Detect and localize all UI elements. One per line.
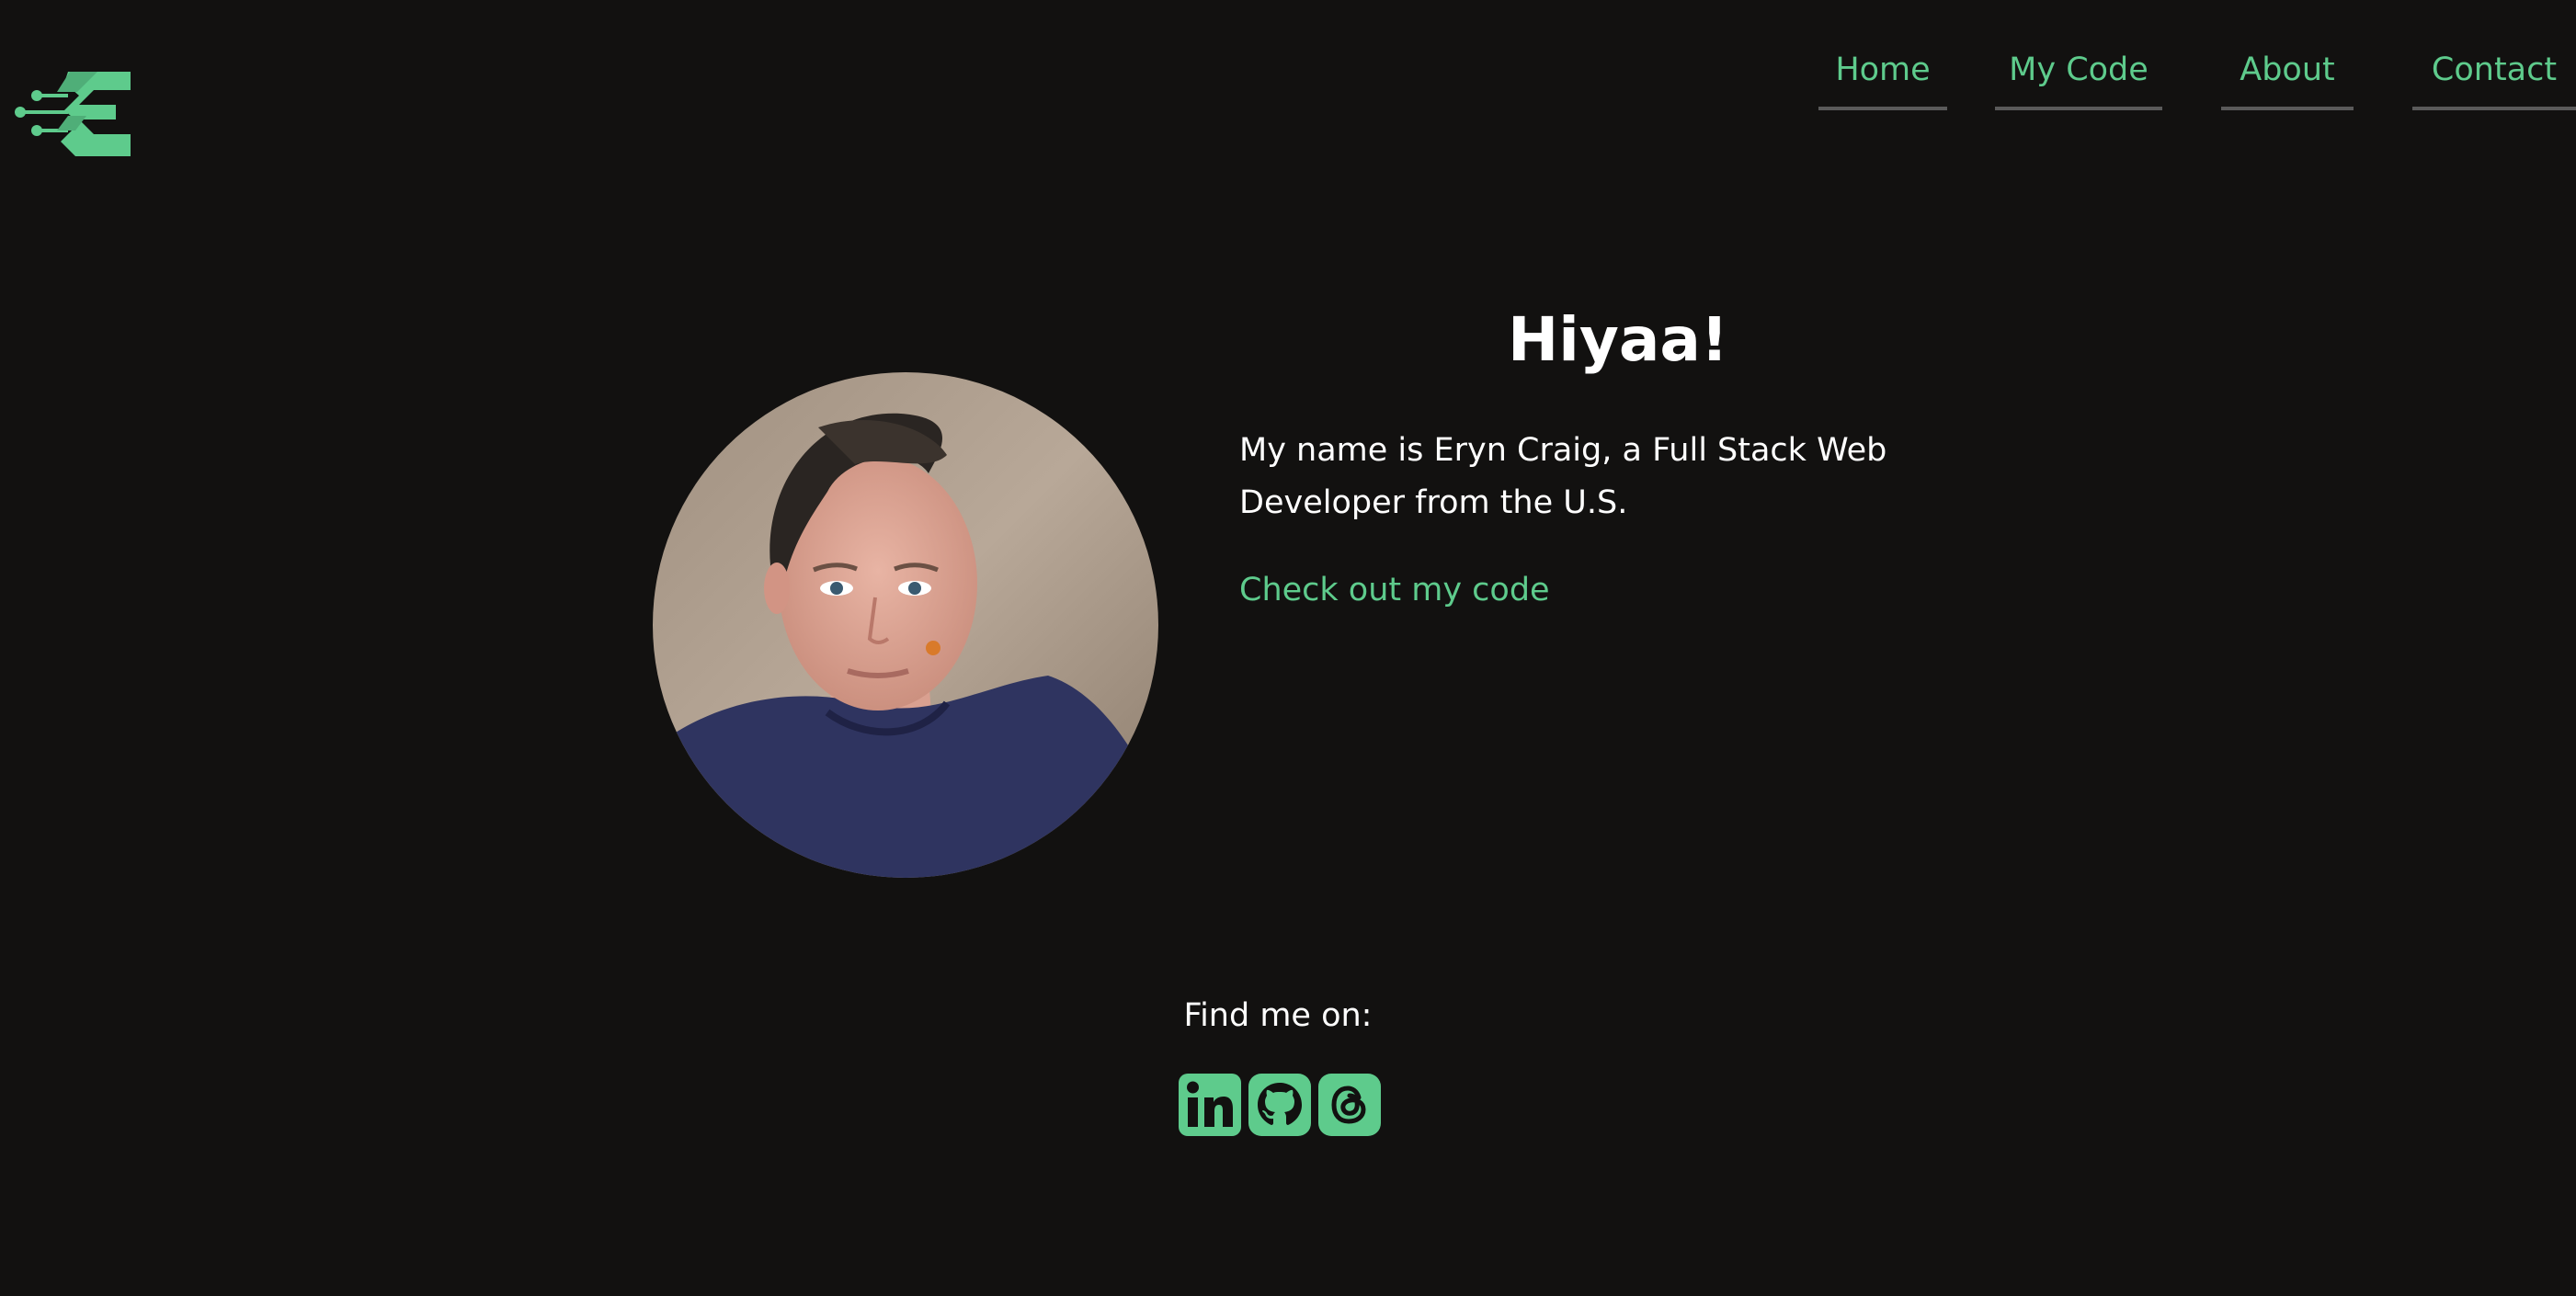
social-links [1179, 1074, 1381, 1136]
hero-title: Hiyaa! [1507, 304, 1729, 375]
nav-underline [1995, 107, 2162, 110]
check-out-code-link[interactable]: Check out my code [1239, 563, 1550, 618]
circuit-e-logo-icon[interactable] [13, 68, 132, 160]
nav-about-link[interactable]: About [2221, 46, 2354, 110]
nav-contact-label: Contact [2431, 51, 2558, 88]
nav-underline [2221, 107, 2354, 110]
find-me-label: Find me on: [1183, 997, 1373, 1034]
nav-about-label: About [2240, 51, 2335, 88]
nav-home-link[interactable]: Home [1818, 46, 1947, 110]
linkedin-icon[interactable] [1179, 1074, 1241, 1136]
nav-my-code-label: My Code [2009, 51, 2149, 88]
nav-contact-link[interactable]: Contact [2412, 46, 2576, 110]
profile-photo [653, 372, 1158, 878]
nav-underline [2412, 107, 2576, 110]
github-icon[interactable] [1248, 1074, 1311, 1136]
nav-underline [1818, 107, 1947, 110]
nav-home-label: Home [1835, 51, 1931, 88]
hero-description: My name is Eryn Craig, a Full Stack Web … [1239, 432, 1887, 521]
threads-icon[interactable] [1318, 1074, 1381, 1136]
page: Home My Code About Contact Hiyaa! My nam… [0, 0, 2576, 1296]
nav-my-code-link[interactable]: My Code [1995, 46, 2162, 110]
